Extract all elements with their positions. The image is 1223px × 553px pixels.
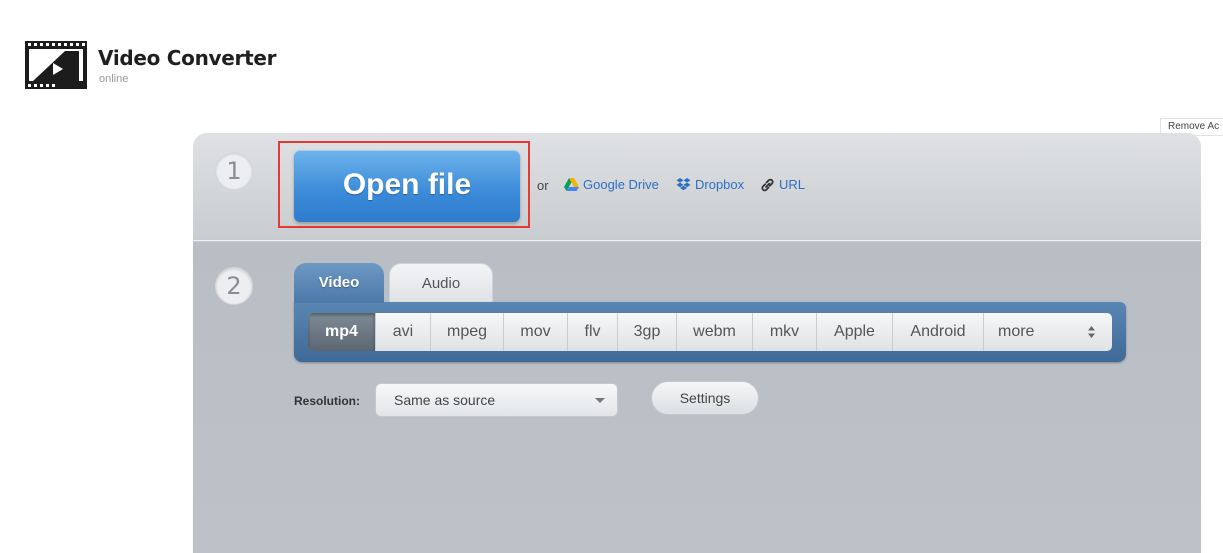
format-mkv[interactable]: mkv: [753, 313, 817, 351]
film-clapper-icon: [25, 41, 87, 89]
dropbox-label: Dropbox: [695, 177, 745, 192]
format-bar: mp4 avi mpeg mov flv 3gp webm mkv Apple …: [294, 302, 1126, 362]
format-webm[interactable]: webm: [677, 313, 753, 351]
step-1-section: 1 Open file or Google Drive Dropbox URL: [193, 133, 1201, 241]
resolution-label: Resolution:: [294, 394, 360, 408]
format-android[interactable]: Android: [893, 313, 984, 351]
format-more-select[interactable]: more: [984, 313, 1112, 351]
google-drive-icon: [564, 178, 579, 191]
format-mp4[interactable]: mp4: [308, 313, 376, 351]
open-file-button[interactable]: Open file: [294, 150, 520, 222]
converter-panel: 1 Open file or Google Drive Dropbox URL …: [193, 133, 1201, 553]
format-mpeg[interactable]: mpeg: [431, 313, 504, 351]
url-link[interactable]: URL: [760, 177, 805, 192]
open-file-highlight: Open file: [278, 141, 530, 228]
settings-button[interactable]: Settings: [651, 381, 759, 415]
app-title: Video Converter: [98, 46, 277, 70]
resolution-select[interactable]: Same as source: [375, 383, 618, 417]
format-list: mp4 avi mpeg mov flv 3gp webm mkv Apple …: [308, 313, 1112, 351]
tab-video[interactable]: Video: [294, 263, 384, 303]
format-avi[interactable]: avi: [376, 313, 431, 351]
format-apple[interactable]: Apple: [817, 313, 893, 351]
url-label: URL: [779, 177, 806, 192]
step-2-number: 2: [215, 267, 253, 305]
format-more-label: more: [998, 323, 1035, 340]
google-drive-label: Google Drive: [583, 177, 659, 192]
updown-arrows-icon: [1088, 326, 1095, 338]
chevron-down-icon: [595, 398, 605, 403]
link-icon: [761, 178, 774, 191]
dropbox-icon: [676, 178, 691, 191]
or-label: or: [537, 178, 549, 193]
resolution-value: Same as source: [394, 392, 496, 408]
format-mov[interactable]: mov: [504, 313, 568, 351]
app-subtitle: online: [99, 73, 129, 85]
format-flv[interactable]: flv: [568, 313, 618, 351]
tab-audio[interactable]: Audio: [389, 263, 493, 303]
google-drive-link[interactable]: Google Drive: [564, 177, 659, 192]
step-1-number: 1: [215, 152, 253, 190]
dropbox-link[interactable]: Dropbox: [676, 177, 744, 192]
format-3gp[interactable]: 3gp: [618, 313, 677, 351]
